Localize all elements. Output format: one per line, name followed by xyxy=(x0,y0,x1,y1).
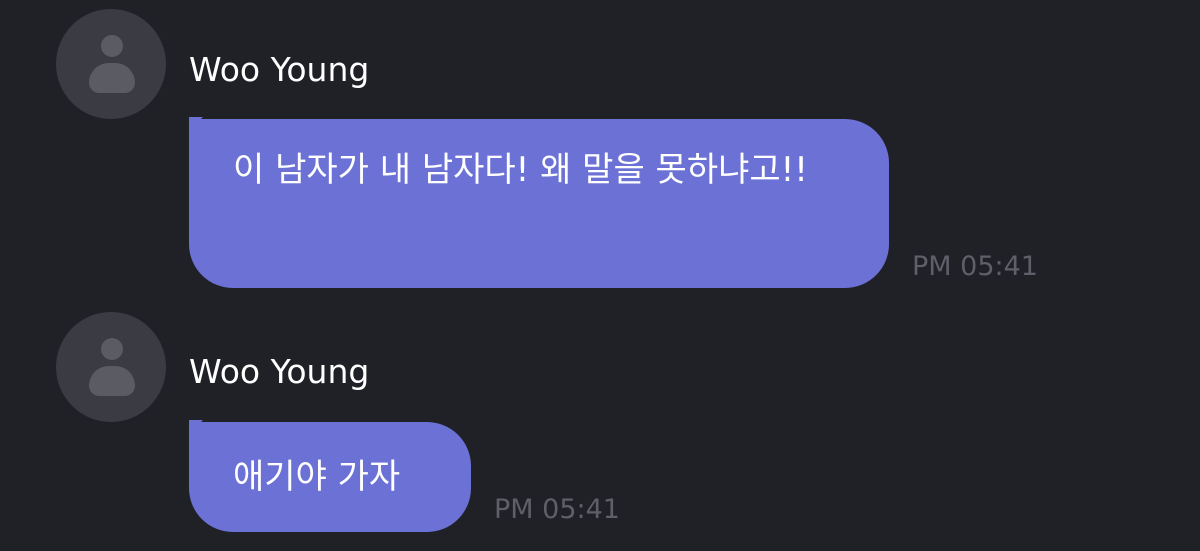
sender-name: Woo Young xyxy=(189,50,370,89)
message-text: 이 남자가 내 남자다! 왜 말을 못하냐고!! xyxy=(233,150,808,190)
message-bubble[interactable]: 애기야 가자 xyxy=(189,420,471,532)
sender-name: Woo Young xyxy=(189,352,370,391)
avatar[interactable] xyxy=(56,9,166,119)
bubble-tail xyxy=(189,420,203,434)
message-timestamp: PM 05:41 xyxy=(494,494,620,525)
message-timestamp: PM 05:41 xyxy=(912,251,1038,282)
avatar[interactable] xyxy=(56,312,166,422)
bubble-tail xyxy=(189,117,203,131)
message-bubble[interactable]: 이 남자가 내 남자다! 왜 말을 못하냐고!! xyxy=(189,117,889,288)
message-text: 애기야 가자 xyxy=(233,457,401,497)
